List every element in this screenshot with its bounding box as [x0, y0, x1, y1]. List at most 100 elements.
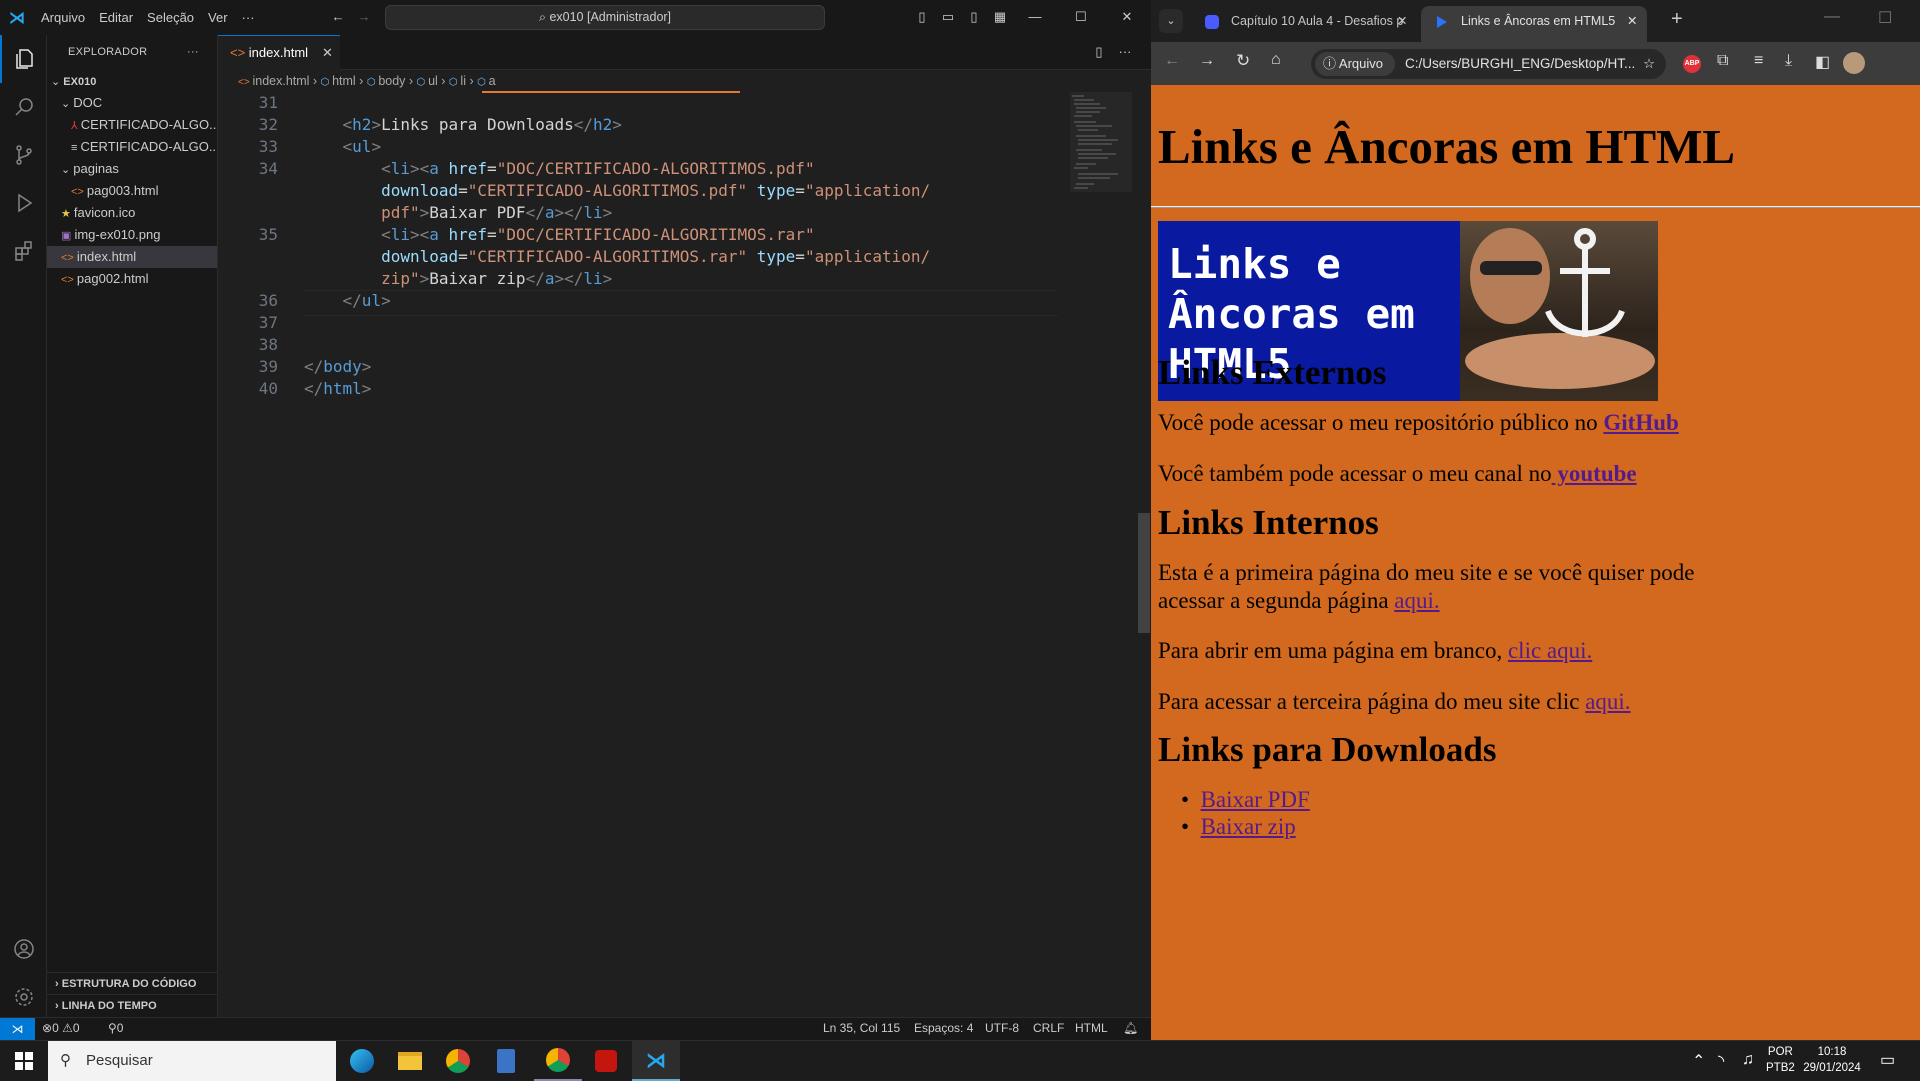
- reading-list-icon[interactable]: ≡: [1754, 52, 1763, 70]
- acrobat-icon[interactable]: [582, 1041, 630, 1081]
- minimap[interactable]: [1066, 92, 1136, 242]
- menu-ver[interactable]: Ver: [201, 10, 235, 25]
- split-editor-icon[interactable]: ▯: [1089, 42, 1109, 62]
- new-tab-plus-icon[interactable]: +: [1671, 8, 1683, 31]
- run-debug-icon[interactable]: [0, 179, 47, 227]
- tray-chevron-icon[interactable]: ⌃: [1692, 1051, 1705, 1071]
- browser-tab-links[interactable]: Links e Âncoras em HTML5 ✕: [1421, 6, 1647, 42]
- download-zip-link[interactable]: Baixar zip: [1201, 814, 1296, 839]
- network-icon[interactable]: ◝: [1718, 1051, 1724, 1071]
- volume-icon[interactable]: ♫: [1742, 1051, 1754, 1069]
- tree-item[interactable]: <> index.html: [47, 246, 217, 268]
- timeline-section[interactable]: › LINHA DO TEMPO: [47, 994, 218, 1016]
- notification-center-icon[interactable]: ▭: [1880, 1050, 1895, 1070]
- tree-item[interactable]: ≡ CERTIFICADO-ALGO...: [47, 136, 217, 158]
- problems-indicator[interactable]: ⊗0 ⚠0: [42, 1021, 80, 1035]
- tab-close-icon[interactable]: ✕: [322, 36, 333, 70]
- eol-status[interactable]: CRLF: [1033, 1021, 1064, 1035]
- menu-editar[interactable]: Editar: [92, 10, 140, 25]
- toggle-panel-icon[interactable]: ▭: [938, 7, 958, 27]
- breadcrumb-item[interactable]: a: [489, 74, 496, 88]
- editor-area: <> index.html ✕ ▯ ··· <> index.html › ⬡ …: [218, 35, 1151, 1017]
- profile-avatar[interactable]: [1843, 52, 1865, 74]
- maximize-icon[interactable]: ☐: [1878, 8, 1892, 28]
- blank-page-link[interactable]: clic aqui.: [1508, 638, 1592, 663]
- site-info-chip[interactable]: ⓘ Arquivo: [1315, 52, 1395, 76]
- tree-item[interactable]: ⌄ EX010: [47, 70, 217, 92]
- side-panel-icon[interactable]: ◧: [1815, 52, 1830, 72]
- outline-section[interactable]: › ESTRUTURA DO CÓDIGO: [47, 972, 218, 994]
- windows-start-icon[interactable]: [0, 1041, 48, 1081]
- bookmark-star-icon[interactable]: ☆: [1643, 49, 1655, 79]
- edge-icon[interactable]: [338, 1041, 386, 1081]
- toggle-secondary-sidebar-icon[interactable]: ▯: [964, 7, 984, 27]
- cursor-position[interactable]: Ln 35, Col 115: [823, 1021, 900, 1035]
- menu-selecao[interactable]: Seleção: [140, 10, 201, 25]
- file-explorer-icon[interactable]: [386, 1041, 434, 1081]
- toggle-sidebar-icon[interactable]: ▯: [912, 7, 932, 27]
- chrome-active-icon[interactable]: [534, 1041, 582, 1081]
- second-page-link[interactable]: aqui.: [1394, 588, 1439, 613]
- calculator-icon[interactable]: [482, 1041, 530, 1081]
- vscode-taskbar-icon[interactable]: ⋊: [632, 1041, 680, 1081]
- sidebar-footer: › ESTRUTURA DO CÓDIGO › LINHA DO TEMPO: [47, 972, 218, 1016]
- back-arrow-icon[interactable]: ←: [1164, 52, 1180, 70]
- omnibox[interactable]: ⓘ Arquivo C:/Users/BURGHI_ENG/Desktop/HT…: [1311, 49, 1666, 79]
- tree-item[interactable]: ★ favicon.ico: [47, 202, 217, 224]
- extensions-puzzle-icon[interactable]: ⧉: [1717, 52, 1728, 70]
- customize-layout-icon[interactable]: ▦: [990, 7, 1010, 27]
- tab-close-icon[interactable]: ✕: [1627, 6, 1637, 36]
- forward-arrow-icon[interactable]: →: [1199, 52, 1215, 70]
- language-status[interactable]: HTML: [1075, 1021, 1108, 1035]
- reload-icon[interactable]: ↻: [1236, 51, 1250, 71]
- tab-search-chevron-icon[interactable]: ⌄: [1159, 9, 1183, 33]
- chrome-icon[interactable]: [434, 1041, 482, 1081]
- adblock-extension-icon[interactable]: ABP: [1683, 55, 1701, 73]
- editor-more-icon[interactable]: ···: [1115, 42, 1135, 62]
- breadcrumb-item[interactable]: html: [332, 74, 356, 88]
- third-page-link[interactable]: aqui.: [1585, 689, 1630, 714]
- minimize-icon[interactable]: —: [1824, 8, 1840, 26]
- taskbar-search[interactable]: ⚲ Pesquisar: [48, 1041, 336, 1081]
- tree-item[interactable]: ⌄ DOC: [47, 92, 217, 114]
- tab-index-html[interactable]: <> index.html ✕: [218, 35, 340, 70]
- ports-indicator[interactable]: ⚲0: [108, 1021, 123, 1035]
- encoding-status[interactable]: UTF-8: [985, 1021, 1019, 1035]
- breadcrumb-item[interactable]: ul: [428, 74, 438, 88]
- editor-scrollbar[interactable]: [1138, 513, 1150, 633]
- maximize-icon[interactable]: ☐: [1071, 7, 1091, 27]
- explorer-icon[interactable]: [0, 35, 47, 83]
- download-icon[interactable]: ⤓: [1785, 52, 1792, 70]
- tree-item[interactable]: ⌄ paginas: [47, 158, 217, 180]
- tree-item[interactable]: ⅄ CERTIFICADO-ALGO...: [47, 114, 217, 136]
- extensions-icon[interactable]: [0, 227, 47, 275]
- download-pdf-link[interactable]: Baixar PDF: [1201, 787, 1310, 812]
- tab-close-icon[interactable]: ✕: [1397, 6, 1407, 36]
- close-icon[interactable]: ✕: [1117, 7, 1137, 27]
- tree-item[interactable]: <> pag003.html: [47, 180, 217, 202]
- youtube-link[interactable]: youtube: [1552, 461, 1636, 486]
- accounts-icon[interactable]: [0, 925, 47, 973]
- back-arrow-icon[interactable]: ←: [328, 7, 348, 27]
- notifications-bell-icon[interactable]: 🔔︎: [1123, 1021, 1138, 1035]
- language-indicator[interactable]: POR PTB2: [1766, 1044, 1795, 1076]
- clock[interactable]: 10:18 29/01/2024: [1800, 1044, 1864, 1076]
- menu-more[interactable]: ···: [235, 10, 262, 25]
- browser-tab-capitulo[interactable]: Capítulo 10 Aula 4 - Desafios p ✕: [1191, 6, 1417, 42]
- tree-item[interactable]: <> pag002.html: [47, 268, 217, 290]
- remote-indicator-icon[interactable]: ⋊: [0, 1018, 35, 1041]
- home-icon[interactable]: ⌂: [1271, 51, 1281, 69]
- breadcrumb-item[interactable]: body: [378, 74, 405, 88]
- forward-arrow-icon[interactable]: →: [354, 7, 374, 27]
- tree-item[interactable]: ▣ img-ex010.png: [47, 224, 217, 246]
- explorer-more-icon[interactable]: ···: [187, 35, 199, 70]
- search-icon[interactable]: [0, 83, 47, 131]
- github-link[interactable]: GitHub: [1603, 410, 1678, 435]
- minimize-icon[interactable]: —: [1025, 7, 1045, 27]
- menu-arquivo[interactable]: Arquivo: [34, 10, 92, 25]
- manage-gear-icon[interactable]: [0, 973, 47, 1021]
- indentation-status[interactable]: Espaços: 4: [914, 1021, 973, 1035]
- command-center[interactable]: ⌕ ex010 [Administrador]: [385, 5, 825, 30]
- source-control-icon[interactable]: [0, 131, 47, 179]
- breadcrumb-item[interactable]: index.html: [252, 74, 309, 88]
